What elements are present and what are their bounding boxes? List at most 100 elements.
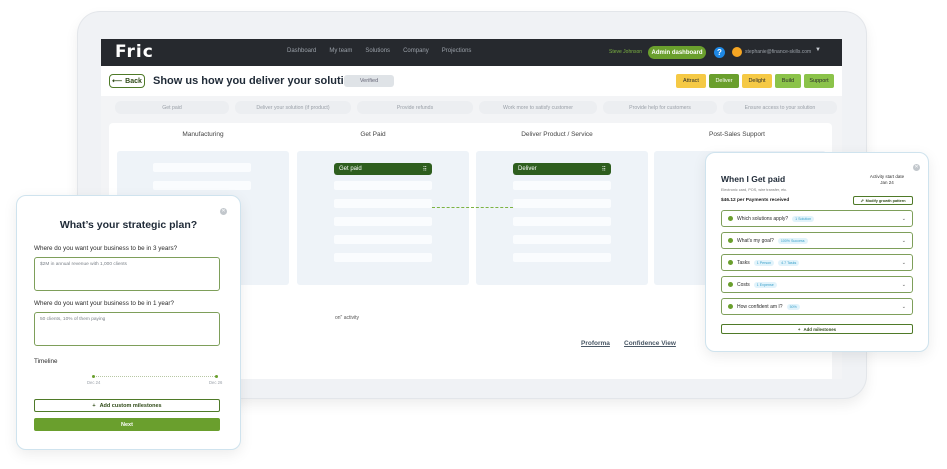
- subtab-provide-help[interactable]: Provide help for customers: [603, 101, 717, 114]
- placeholder-card: [513, 199, 611, 208]
- nav-dashboard[interactable]: Dashboard: [287, 48, 316, 54]
- add-milestones-button[interactable]: + Add milestones: [721, 324, 913, 334]
- nav-my-team[interactable]: My team: [329, 48, 352, 54]
- nav-solutions[interactable]: Solutions: [365, 48, 390, 54]
- timeline-start-handle[interactable]: [92, 375, 95, 378]
- column-deliver: Deliver ⠿: [476, 151, 648, 285]
- modify-growth-pattern-button[interactable]: ⇗ Modify growth pattern: [853, 196, 913, 205]
- subtab-deliver-solution[interactable]: Deliver your solution (if product): [235, 101, 351, 114]
- timeline-label: Timeline: [34, 358, 58, 365]
- proforma-link[interactable]: Proforma: [581, 340, 610, 347]
- page-title: Show us how you deliver your solution: [153, 75, 358, 87]
- accordion-label: What's my goal?: [737, 237, 774, 244]
- grip-icon[interactable]: ⠿: [602, 166, 606, 173]
- confidence-view-link[interactable]: Confidence View: [624, 340, 676, 347]
- brand-logo[interactable]: Fric: [115, 42, 154, 62]
- nav-company[interactable]: Company: [403, 48, 429, 54]
- node-label: Deliver: [518, 166, 537, 172]
- plus-icon: +: [797, 326, 801, 332]
- column-header-manufacturing: Manufacturing: [182, 131, 224, 138]
- status-dot: [728, 238, 733, 243]
- timeline-track: [93, 376, 217, 377]
- subtab-provide-refunds[interactable]: Provide refunds: [357, 101, 473, 114]
- accordion-tasks[interactable]: Tasks 1 Person 4.7 Tasks ⌄: [721, 254, 913, 271]
- status-dot: [728, 304, 733, 309]
- grip-icon[interactable]: ⠿: [423, 166, 427, 173]
- accordion-goal[interactable]: What's my goal? 100% Success ⌄: [721, 232, 913, 249]
- payments-rate: $46.12 per Payments received: [721, 198, 790, 203]
- timeline-end-date: Dec 26: [209, 380, 223, 385]
- node-label: Get paid: [339, 166, 362, 172]
- arrow-left-icon: ⟵: [112, 78, 123, 85]
- node-get-paid[interactable]: Get paid ⠿: [334, 163, 432, 175]
- modal-title: When I Get paid: [721, 174, 786, 184]
- stage-delight[interactable]: Delight: [742, 74, 772, 88]
- admin-dashboard-button[interactable]: Admin dashboard: [648, 46, 706, 59]
- main-nav: Dashboard My team Solutions Company Proj…: [287, 48, 471, 54]
- account-email[interactable]: stephanie@finance-skills.com: [745, 49, 811, 55]
- column-header-post-sales: Post-Sales Support: [708, 131, 765, 138]
- stage-support[interactable]: Support: [804, 74, 834, 88]
- modal-title: What’s your strategic plan?: [59, 219, 198, 231]
- activity-text: on" activity: [335, 315, 360, 321]
- placeholder-card: [513, 253, 611, 262]
- accordion-solutions[interactable]: Which solutions apply? 1 Solution ⌄: [721, 210, 913, 227]
- placeholder-card: [513, 235, 611, 244]
- status-dot: [728, 260, 733, 265]
- close-icon[interactable]: ✕: [913, 164, 920, 171]
- accordion-label: How confident am I?: [737, 303, 783, 310]
- chevron-down-icon[interactable]: ⌄: [902, 282, 906, 288]
- next-button[interactable]: Next: [34, 418, 220, 431]
- chip: 1 Solution: [792, 215, 815, 222]
- chevron-down-icon[interactable]: ▼: [815, 47, 821, 53]
- chip: 1 Expense: [753, 281, 777, 288]
- help-icon[interactable]: ?: [714, 47, 725, 58]
- strategic-plan-modal: ✕ What’s your strategic plan? Where do y…: [16, 195, 241, 450]
- accordion-costs[interactable]: Costs 1 Expense ⌄: [721, 276, 913, 293]
- activity-start-value: Jan 24: [880, 180, 894, 185]
- add-custom-milestones-button[interactable]: + Add custom milestones: [34, 399, 220, 412]
- one-year-goal-textarea[interactable]: 50 clients, 10% of them paying: [34, 312, 220, 346]
- timeline-start-date: Dec 24: [87, 380, 101, 385]
- chevron-down-icon[interactable]: ⌄: [902, 216, 906, 222]
- back-button[interactable]: ⟵ Back: [109, 74, 145, 88]
- node-deliver[interactable]: Deliver ⠿: [513, 163, 611, 175]
- accordion-confidence[interactable]: How confident am I? 50% ⌄: [721, 298, 913, 315]
- placeholder-card: [334, 217, 432, 226]
- stage-deliver[interactable]: Deliver: [709, 74, 739, 88]
- button-label: Add custom milestones: [99, 402, 162, 409]
- placeholder-card: [334, 199, 432, 208]
- avatar[interactable]: [732, 47, 742, 57]
- top-navigation-bar: Fric Dashboard My team Solutions Company…: [101, 39, 842, 66]
- placeholder-card: [513, 181, 611, 190]
- question-3-years: Where do you want your business to be in…: [34, 245, 178, 252]
- status-dot: [728, 282, 733, 287]
- back-label: Back: [125, 77, 142, 85]
- chevron-down-icon[interactable]: ⌄: [902, 238, 906, 244]
- placeholder-card: [153, 163, 251, 172]
- column-get-paid: Get paid ⠿: [297, 151, 469, 285]
- three-year-goal-textarea[interactable]: $2M in annual revenue with 1,000 clients: [34, 257, 220, 291]
- column-header-get-paid: Get Paid: [360, 131, 386, 138]
- activity-subtabs: Get paid Deliver your solution (if produ…: [115, 101, 837, 114]
- placeholder-card: [513, 217, 611, 226]
- chip: 1 Person: [753, 259, 775, 266]
- activity-start: Activity start date Jan 24: [854, 174, 920, 186]
- accordion-label: Which solutions apply?: [737, 215, 789, 222]
- chevron-down-icon[interactable]: ⌄: [902, 304, 906, 310]
- chevron-down-icon[interactable]: ⌄: [902, 260, 906, 266]
- subtab-work-more[interactable]: Work more to satisfy customer: [479, 101, 597, 114]
- close-icon[interactable]: ✕: [220, 208, 227, 215]
- subtab-get-paid[interactable]: Get paid: [115, 101, 229, 114]
- nav-projections[interactable]: Projections: [442, 48, 472, 54]
- stage-attract[interactable]: Attract: [676, 74, 706, 88]
- plus-icon: +: [92, 402, 96, 409]
- placeholder-card: [334, 181, 432, 190]
- timeline-end-handle[interactable]: [215, 375, 218, 378]
- subtab-ensure-access[interactable]: Ensure access to your solution: [723, 101, 837, 114]
- placeholder-card: [153, 181, 251, 190]
- button-label: Add milestones: [803, 326, 837, 332]
- status-dot: [728, 216, 733, 221]
- status-badge: Verified: [344, 75, 394, 87]
- stage-build[interactable]: Build: [775, 74, 801, 88]
